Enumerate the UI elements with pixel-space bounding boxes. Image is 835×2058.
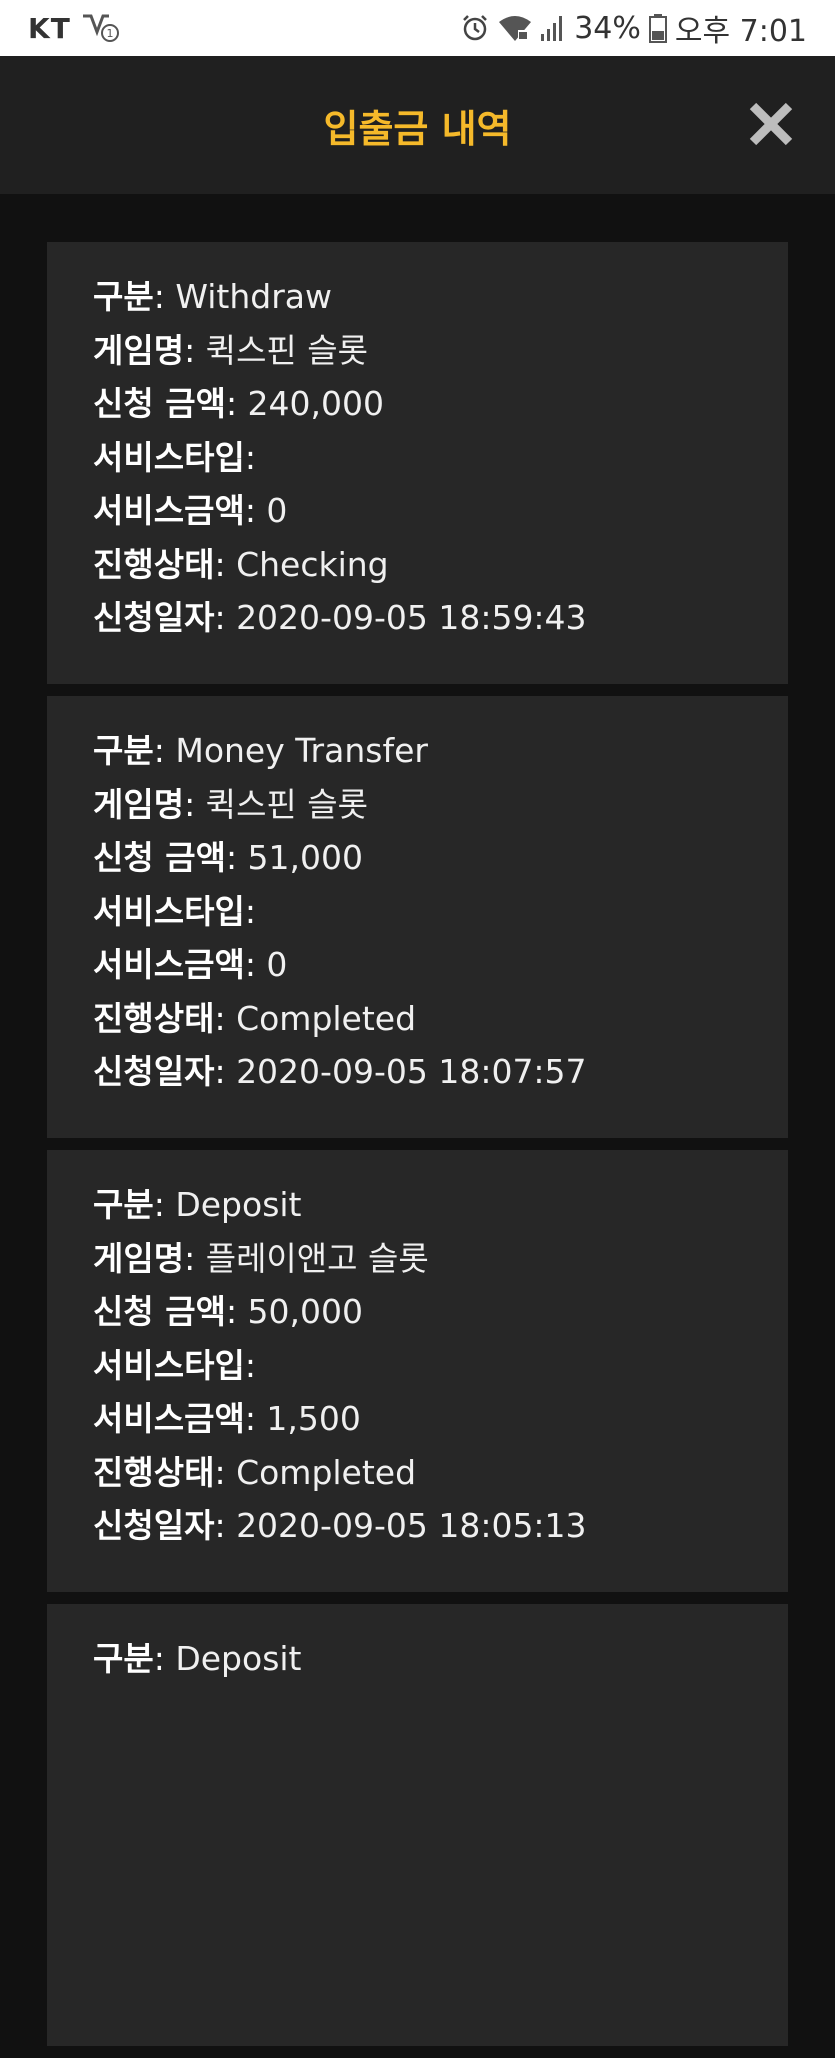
type-value: Money Transfer <box>175 731 428 770</box>
status-label: 진행상태 <box>93 1452 215 1492</box>
status-bar: KT 1 34% 오후 7:01 <box>0 0 835 56</box>
status-row: 진행상태: Checking <box>93 544 389 584</box>
alarm-icon <box>460 13 490 43</box>
transaction-card: 구분: Deposit <box>47 1604 788 2046</box>
date-label: 신청일자 <box>93 598 215 637</box>
date-label: 신청일자 <box>93 1052 215 1091</box>
game-value: 플레이앤고 슬롯 <box>205 1238 429 1278</box>
network-badge-icon: 1 <box>79 11 123 45</box>
status-right: 34% 오후 7:01 <box>460 6 807 50</box>
service-amount-label: 서비스금액 <box>93 1399 245 1438</box>
service-amount-value: 0 <box>266 491 288 530</box>
service-amount-label: 서비스금액 <box>93 945 245 984</box>
status-label: 진행상태 <box>93 998 215 1038</box>
transaction-card: 구분: Withdraw 게임명: 퀵스핀 슬롯 신청 금액: 240,000 … <box>47 242 788 684</box>
amount-label: 신청 금액 <box>93 838 226 877</box>
service-amount-row: 서비스금액: 1,500 <box>93 1399 361 1438</box>
date-value: 2020-09-05 18:07:57 <box>236 1052 587 1091</box>
type-label: 구분 <box>93 731 154 770</box>
amount-label: 신청 금액 <box>93 384 226 423</box>
type-label: 구분 <box>93 1639 154 1678</box>
game-value: 퀵스핀 슬롯 <box>205 330 368 370</box>
page-title: 입출금 내역 <box>323 106 512 151</box>
service-type-row: 서비스타입: <box>93 437 256 477</box>
amount-row: 신청 금액: 51,000 <box>93 838 364 877</box>
service-amount-row: 서비스금액: 0 <box>93 491 288 530</box>
game-label: 게임명 <box>93 1238 185 1278</box>
transaction-card: 구분: Deposit 게임명: 플레이앤고 슬롯 신청 금액: 50,000 … <box>47 1150 788 1592</box>
game-value: 퀵스핀 슬롯 <box>205 784 368 824</box>
battery-percent: 34% <box>574 10 641 46</box>
date-row: 신청일자: 2020-09-05 18:59:43 <box>93 598 587 637</box>
service-type-row: 서비스타입: <box>93 1345 256 1385</box>
date-row: 신청일자: 2020-09-05 18:07:57 <box>93 1052 587 1091</box>
amount-value: 51,000 <box>247 838 364 877</box>
amount-row: 신청 금액: 50,000 <box>93 1292 364 1331</box>
game-row: 게임명: 플레이앤고 슬롯 <box>93 1238 429 1278</box>
type-row: 구분: Deposit <box>93 1185 302 1224</box>
amount-label: 신청 금액 <box>93 1292 226 1331</box>
close-button[interactable] <box>747 100 795 148</box>
service-type-row: 서비스타입: <box>93 891 256 931</box>
status-value: Checking <box>236 544 389 584</box>
type-row: 구분: Deposit <box>93 1639 302 1678</box>
service-type-label: 서비스타입 <box>93 891 245 931</box>
type-value: Withdraw <box>175 277 332 316</box>
service-amount-row: 서비스금액: 0 <box>93 945 288 984</box>
type-label: 구분 <box>93 1185 154 1224</box>
signal-icon <box>540 14 566 42</box>
carrier-label: KT <box>28 11 71 45</box>
status-left: KT 1 <box>28 11 123 45</box>
amount-row: 신청 금액: 240,000 <box>93 384 385 423</box>
status-row: 진행상태: Completed <box>93 1452 417 1492</box>
service-type-label: 서비스타입 <box>93 437 245 477</box>
page-header: 입출금 내역 <box>0 56 835 194</box>
game-label: 게임명 <box>93 784 185 824</box>
type-row: 구분: Money Transfer <box>93 731 428 770</box>
game-label: 게임명 <box>93 330 185 370</box>
date-label: 신청일자 <box>93 1506 215 1545</box>
amount-value: 240,000 <box>247 384 385 423</box>
date-value: 2020-09-05 18:59:43 <box>236 598 587 637</box>
game-row: 게임명: 퀵스핀 슬롯 <box>93 784 368 824</box>
type-label: 구분 <box>93 277 154 316</box>
service-amount-value: 0 <box>266 945 288 984</box>
type-row: 구분: Withdraw <box>93 277 332 316</box>
battery-icon <box>648 13 667 43</box>
status-value: Completed <box>236 998 417 1038</box>
close-icon <box>749 102 793 146</box>
service-amount-value: 1,500 <box>266 1399 361 1438</box>
status-label: 진행상태 <box>93 544 215 584</box>
type-value: Deposit <box>175 1639 302 1678</box>
clock: 오후 7:01 <box>674 14 807 49</box>
date-row: 신청일자: 2020-09-05 18:05:13 <box>93 1506 587 1545</box>
status-value: Completed <box>236 1452 417 1492</box>
transaction-card: 구분: Money Transfer 게임명: 퀵스핀 슬롯 신청 금액: 51… <box>47 696 788 1138</box>
service-amount-label: 서비스금액 <box>93 491 245 530</box>
transaction-list[interactable]: 구분: Withdraw 게임명: 퀵스핀 슬롯 신청 금액: 240,000 … <box>47 242 788 2058</box>
date-value: 2020-09-05 18:05:13 <box>236 1506 587 1545</box>
status-row: 진행상태: Completed <box>93 998 417 1038</box>
type-value: Deposit <box>175 1185 302 1224</box>
game-row: 게임명: 퀵스핀 슬롯 <box>93 330 368 370</box>
wifi-lock-icon <box>498 14 532 42</box>
service-type-label: 서비스타입 <box>93 1345 245 1385</box>
amount-value: 50,000 <box>247 1292 364 1331</box>
svg-text:1: 1 <box>106 27 113 40</box>
